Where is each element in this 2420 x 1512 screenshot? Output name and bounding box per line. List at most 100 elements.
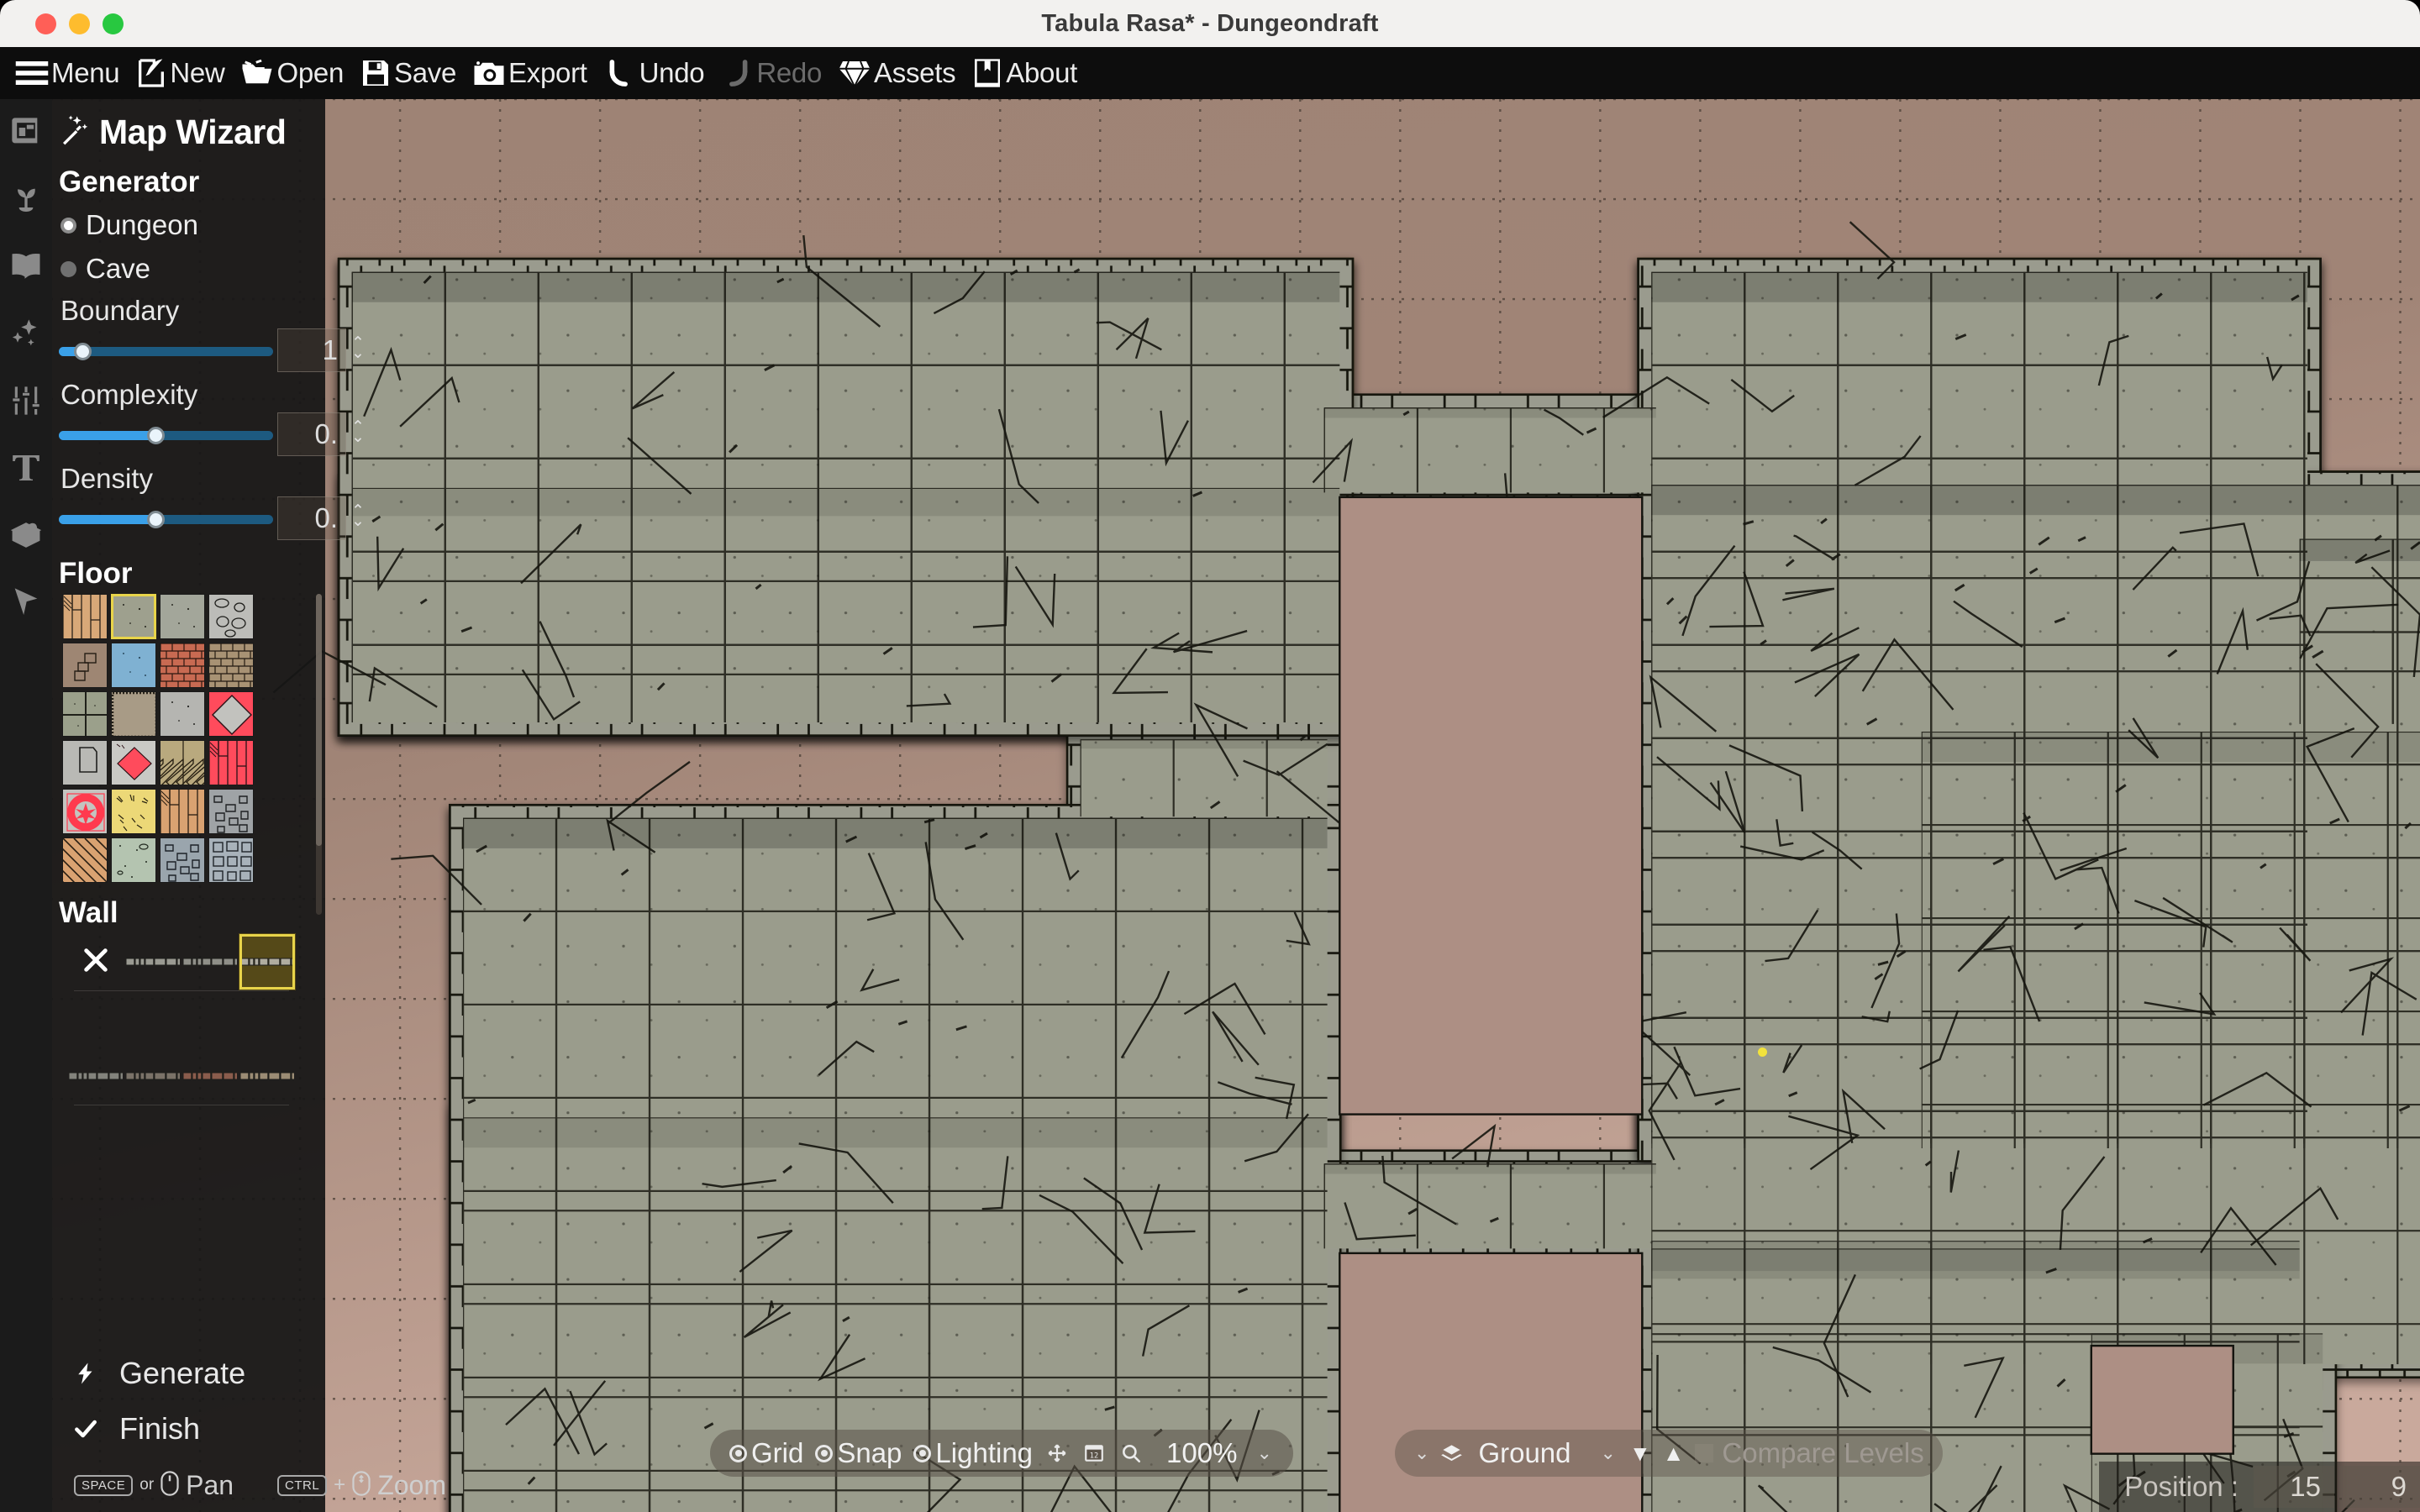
floor-tile-stone-smooth-grey[interactable] (160, 594, 205, 639)
floor-palette-scroll[interactable] (52, 594, 325, 915)
radio-dot-icon (60, 260, 76, 277)
compare-levels-checkbox[interactable] (1695, 1444, 1714, 1462)
level-dropdown-chevron[interactable]: ⌄ (1593, 1442, 1623, 1464)
grid-size-icon[interactable]: 12 (1076, 1442, 1113, 1464)
toggle-snap[interactable]: Snap (809, 1437, 908, 1469)
toggle-lighting[interactable]: Lighting (908, 1437, 1039, 1469)
move-crosshair-icon[interactable] (1039, 1442, 1076, 1464)
spinbox-arrows-icon[interactable]: ⌃ ⌄ (351, 335, 365, 361)
triangle-up-icon[interactable]: ▲ (1657, 1441, 1691, 1467)
position-label: Position : (2124, 1471, 2238, 1502)
zoom-level[interactable]: 100% (1150, 1437, 1249, 1469)
slider-density[interactable] (59, 510, 273, 528)
radio-dot-icon (913, 1444, 932, 1462)
slider-boundary[interactable] (59, 342, 273, 360)
tool-pattern-button[interactable] (3, 245, 49, 291)
layers-icon[interactable] (1437, 1442, 1466, 1465)
floor-tile-marble-diamond-red[interactable] (208, 691, 254, 737)
floor-heading: Floor (59, 557, 133, 590)
floor-tile-sand-bordered[interactable] (111, 691, 156, 737)
floor-tile-cobble-pebbles-light[interactable] (208, 594, 254, 639)
wall-swatch-wall-stone-blocks[interactable] (124, 933, 182, 990)
floor-scrollbar-thumb[interactable] (316, 594, 322, 846)
gem-icon (837, 55, 872, 91)
level-name[interactable]: Ground (1466, 1437, 1592, 1469)
floor-tile-dirt-flagstone-brown[interactable] (62, 643, 108, 688)
wall-palette (52, 933, 325, 1162)
menu-item-save[interactable]: Save (351, 47, 464, 99)
tool-roof-button[interactable] (3, 514, 49, 559)
toggle-grid[interactable]: Grid (723, 1437, 809, 1469)
level-prev-chevron[interactable]: ⌄ (1407, 1442, 1437, 1464)
menu-item-menu[interactable]: Menu (7, 47, 127, 99)
key-space: SPACE (74, 1474, 134, 1496)
floor-tile-cobble-blue-grey[interactable] (160, 837, 205, 883)
menu-item-open[interactable]: Open (232, 47, 351, 99)
undo-arrow-icon (602, 55, 638, 91)
minimize-button[interactable] (69, 13, 90, 34)
tool-objects-button[interactable] (3, 312, 49, 358)
tool-settings-button[interactable] (3, 380, 49, 425)
floor-tile-diagonal-wood-tan[interactable] (62, 837, 108, 883)
floor-tile-grass-pale-green[interactable] (111, 837, 156, 883)
menu-item-label: About (1006, 57, 1078, 88)
slider-complexity[interactable] (59, 426, 273, 444)
generate-button[interactable]: Generate (52, 1346, 325, 1401)
x-icon (82, 946, 110, 979)
floor-tile-stone-slab-grey[interactable] (62, 740, 108, 785)
text-t-icon (9, 451, 43, 489)
menu-item-assets[interactable]: Assets (829, 47, 963, 99)
slider-knob[interactable] (146, 510, 165, 528)
spinbox-arrows-icon[interactable]: ⌃ ⌄ (351, 419, 365, 445)
menu-item-new[interactable]: New (127, 47, 232, 99)
generator-option-cave[interactable]: Cave (52, 246, 325, 290)
slider-knob[interactable] (74, 342, 92, 360)
floor-tile-tile-quad-sage[interactable] (62, 691, 108, 737)
map-canvas[interactable] (0, 99, 2420, 1512)
floor-tile-tile-diamond-red[interactable] (111, 740, 156, 785)
slider-knob[interactable] (146, 426, 165, 444)
floor-tile-tiles-squares-grey[interactable] (208, 837, 254, 883)
chevron-down-icon[interactable]: ⌄ (1249, 1442, 1279, 1464)
menu-item-export[interactable]: Export (464, 47, 595, 99)
menu-item-about[interactable]: About (963, 47, 1085, 99)
floor-tile-water-blue[interactable] (111, 643, 156, 688)
spinbox-density[interactable]: 0. (277, 496, 346, 540)
spinbox-arrows-icon[interactable]: ⌃ ⌄ (351, 503, 365, 529)
maximize-button[interactable] (103, 13, 124, 34)
floor-tile-brick-red[interactable] (160, 643, 205, 688)
wall-swatch-wall-wood-beam[interactable] (239, 1047, 296, 1105)
tool-map-button[interactable] (3, 111, 49, 156)
floor-tile-stone-smooth-sage[interactable] (111, 594, 156, 639)
close-button[interactable] (35, 13, 56, 34)
floor-tile-magic-circle-red[interactable] (62, 789, 108, 834)
wall-swatch-wall-brick-red[interactable] (182, 1047, 239, 1105)
tool-terrain-button[interactable] (3, 178, 49, 223)
tool-select-button[interactable] (3, 581, 49, 627)
wall-swatch-wall-stone-selected[interactable] (239, 933, 296, 990)
floor-tile-plank-wide-tan[interactable] (160, 789, 205, 834)
spinbox-complexity[interactable]: 0. (277, 412, 346, 456)
wall-swatch-wall-none[interactable] (67, 933, 124, 990)
finish-button[interactable]: Finish (52, 1401, 325, 1457)
roof-box-icon (9, 518, 43, 556)
floor-tile-wood-planks-tan[interactable] (62, 594, 108, 639)
floor-tile-stone-brick-tan[interactable] (208, 643, 254, 688)
spinbox-boundary[interactable]: 1 (277, 328, 346, 372)
tool-text-button[interactable] (3, 447, 49, 492)
floor-tile-rubble-grey[interactable] (208, 789, 254, 834)
floor-tile-straw-yellow[interactable] (111, 789, 156, 834)
wall-swatch-wall-stone-rough[interactable] (182, 933, 239, 990)
wizard-header: Map Wizard (52, 99, 325, 157)
cursor-arrow-icon (9, 585, 43, 623)
floor-tile-concrete-grey[interactable] (160, 691, 205, 737)
floor-tile-planks-red[interactable] (208, 740, 254, 785)
magnifier-icon[interactable] (1113, 1442, 1150, 1464)
floor-tile-herringbone-wood[interactable] (160, 740, 205, 785)
generator-option-dungeon[interactable]: Dungeon (52, 202, 325, 246)
checkmark-icon (52, 1415, 119, 1442)
triangle-down-icon[interactable]: ▼ (1623, 1441, 1657, 1467)
wall-swatch-wall-plank-wood[interactable] (124, 1047, 182, 1105)
menu-item-undo[interactable]: Undo (595, 47, 713, 99)
wall-swatch-wall-brick-grey[interactable] (67, 1047, 124, 1105)
